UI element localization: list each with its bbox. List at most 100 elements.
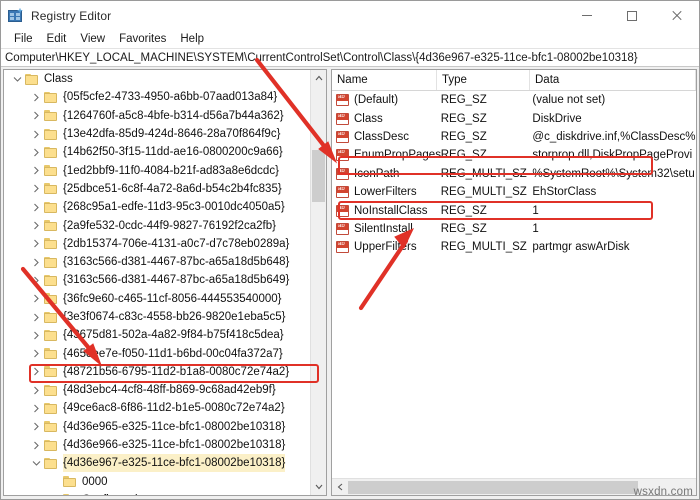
tree-node-label: 0000: [82, 475, 108, 488]
tree-scroll-down-icon[interactable]: [311, 479, 326, 495]
column-header-type[interactable]: Type: [437, 70, 530, 90]
tree-node[interactable]: {3163c566-d381-4467-87bc-a65a18d5b649}: [4, 271, 312, 289]
chevron-right-icon[interactable]: [29, 235, 44, 253]
value-row[interactable]: ab ClassDesc REG_SZ @c_diskdrive.inf,%Class…: [332, 128, 696, 146]
menu-edit[interactable]: Edit: [40, 30, 74, 48]
chevron-right-icon[interactable]: [29, 308, 44, 326]
chevron-right-icon[interactable]: [29, 180, 44, 198]
chevron-right-icon[interactable]: [29, 253, 44, 271]
tree-node[interactable]: {4d36e965-e325-11ce-bfc1-08002be10318}: [4, 418, 312, 436]
chevron-right-icon[interactable]: [29, 217, 44, 235]
chevron-right-icon[interactable]: [29, 107, 44, 125]
value-name: Class: [354, 112, 383, 125]
chevron-right-icon[interactable]: [29, 88, 44, 106]
folder-icon: [44, 256, 58, 268]
tree-node-label: {2db15374-706e-4131-a0c7-d7c78eb0289a}: [63, 237, 290, 250]
title-bar: Registry Editor: [1, 1, 699, 30]
tree-node[interactable]: {4658ee7e-f050-11d1-b6bd-00c04fa372a7}: [4, 344, 312, 362]
tree-node[interactable]: {3e3f0674-c83c-4558-bb26-9820e1eba5c5}: [4, 308, 312, 326]
column-header-data[interactable]: Data: [530, 70, 696, 90]
tree-scroll-up-icon[interactable]: [311, 70, 326, 86]
chevron-right-icon[interactable]: [29, 436, 44, 454]
registry-tree[interactable]: Class {05f5cfe2-4733-4950-a6bb-07aad013a8…: [4, 70, 312, 495]
chevron-right-icon[interactable]: [48, 491, 63, 495]
value-type: REG_SZ: [440, 130, 487, 143]
tree-node[interactable]: {1264760f-a5c8-4bfe-b314-d56a7b44a362}: [4, 107, 312, 125]
chevron-down-icon[interactable]: [29, 454, 44, 472]
folder-icon: [44, 91, 58, 103]
chevron-right-icon[interactable]: [29, 162, 44, 180]
tree-node-label: {13e42dfa-85d9-424d-8646-28a70f864f9c}: [63, 128, 281, 141]
minimize-button[interactable]: [564, 1, 609, 30]
value-row[interactable]: ab Class REG_SZ DiskDrive: [332, 109, 696, 127]
tree-scroll-thumb[interactable]: [312, 150, 325, 202]
registry-values-pane: Name Type Data ab (Default) REG_SZ (value n…: [331, 69, 697, 496]
tree-node-label: {05f5cfe2-4733-4950-a6bb-07aad013a84}: [63, 91, 278, 104]
close-icon: [671, 10, 682, 21]
tree-node[interactable]: {43675d81-502a-4a82-9f84-b75f418c5dea}: [4, 326, 312, 344]
tree-node-label: {3163c566-d381-4467-87bc-a65a18d5b649}: [63, 274, 290, 287]
tree-node[interactable]: {14b62f50-3f15-11dd-ae16-0800200c9a66}: [4, 143, 312, 161]
value-row[interactable]: ab NoInstallClass REG_SZ 1: [332, 201, 696, 219]
tree-vertical-scrollbar[interactable]: [310, 70, 326, 495]
chevron-right-icon[interactable]: [29, 345, 44, 363]
tree-node[interactable]: {49ce6ac8-6f86-11d2-b1e5-0080c72e74a2}: [4, 399, 312, 417]
tree-node[interactable]: {48d3ebc4-4cf8-48ff-b869-9c68ad42eb9f}: [4, 381, 312, 399]
chevron-right-icon[interactable]: [29, 399, 44, 417]
folder-icon: [44, 183, 58, 195]
tree-node[interactable]: Configuration: [4, 491, 312, 495]
tree-node[interactable]: 0000: [4, 473, 312, 491]
chevron-down-icon[interactable]: [10, 70, 25, 88]
tree-node[interactable]: {05f5cfe2-4733-4950-a6bb-07aad013a84}: [4, 88, 312, 106]
tree-node[interactable]: {3163c566-d381-4467-87bc-a65a18d5b648}: [4, 253, 312, 271]
value-row[interactable]: ab IconPath REG_MULTI_SZ %SystemRoot%\Syste…: [332, 165, 696, 183]
tree-node[interactable]: {36fc9e60-c465-11cf-8056-444553540000}: [4, 290, 312, 308]
value-data: storprop.dll,DiskPropPageProvi: [532, 149, 693, 162]
value-row[interactable]: ab SilentInstall REG_SZ 1: [332, 220, 696, 238]
value-row[interactable]: ab (Default) REG_SZ (value not set): [332, 91, 696, 109]
tree-node[interactable]: {1ed2bbf9-11f0-4084-b21f-ad83a8e6dcdc}: [4, 161, 312, 179]
tree-node-label: {4d36e966-e325-11ce-bfc1-08002be10318}: [63, 439, 286, 452]
chevron-right-icon[interactable]: [29, 326, 44, 344]
chevron-right-icon[interactable]: [29, 363, 44, 381]
address-bar[interactable]: Computer\HKEY_LOCAL_MACHINE\SYSTEM\Curre…: [1, 48, 699, 67]
value-row[interactable]: ab EnumPropPages32REG_SZ storprop.dll,Disk…: [332, 146, 696, 164]
tree-node-label: {1264760f-a5c8-4bfe-b314-d56a7b44a362}: [63, 109, 284, 122]
string-value-icon: ab: [336, 204, 349, 217]
value-row[interactable]: ab UpperFilters REG_MULTI_SZ partmgr aswArD…: [332, 238, 696, 256]
string-value-icon: ab: [336, 186, 349, 199]
value-row[interactable]: ab LowerFilters REG_MULTI_SZ EhStorClass: [332, 183, 696, 201]
chevron-right-icon[interactable]: [29, 418, 44, 436]
chevron-right-icon[interactable]: [29, 381, 44, 399]
tree-node-selected[interactable]: {4d36e967-e325-11ce-bfc1-08002be10318}: [4, 454, 312, 473]
close-button[interactable]: [654, 1, 699, 30]
tree-node[interactable]: {4d36e966-e325-11ce-bfc1-08002be10318}: [4, 436, 312, 454]
tree-node[interactable]: {25dbce51-6c8f-4a72-8a6d-b54c2b4fc835}: [4, 180, 312, 198]
menu-help[interactable]: Help: [173, 30, 211, 48]
tree-node[interactable]: {48721b56-6795-11d2-b1a8-0080c72e74a2}: [4, 363, 312, 381]
column-header-name[interactable]: Name: [332, 70, 437, 90]
values-list[interactable]: ab (Default) REG_SZ (value not set) ab Class R…: [332, 91, 696, 257]
chevron-right-icon[interactable]: [29, 143, 44, 161]
string-value-icon: ab: [336, 112, 349, 125]
folder-icon: [44, 384, 58, 396]
values-hscroll-thumb[interactable]: [348, 480, 638, 494]
tree-node[interactable]: Class: [4, 70, 312, 88]
menu-view[interactable]: View: [73, 30, 112, 48]
value-data: partmgr aswArDisk: [532, 241, 630, 254]
maximize-button[interactable]: [609, 1, 654, 30]
tree-node-label: {4d36e967-e325-11ce-bfc1-08002be10318}: [63, 454, 286, 473]
values-scroll-left-icon[interactable]: [332, 480, 348, 495]
tree-node[interactable]: {2a9fe532-0cdc-44f9-9827-76192f2ca2fb}: [4, 216, 312, 234]
tree-node[interactable]: {2db15374-706e-4131-a0c7-d7c78eb0289a}: [4, 235, 312, 253]
chevron-right-icon[interactable]: [29, 271, 44, 289]
chevron-right-icon[interactable]: [29, 290, 44, 308]
chevron-right-icon[interactable]: [29, 198, 44, 216]
chevron-right-icon[interactable]: [29, 125, 44, 143]
tree-node[interactable]: {268c95a1-edfe-11d3-95c3-0010dc4050a5}: [4, 198, 312, 216]
tree-node[interactable]: {13e42dfa-85d9-424d-8646-28a70f864f9c}: [4, 125, 312, 143]
folder-icon: [44, 329, 58, 341]
menu-favorites[interactable]: Favorites: [112, 30, 173, 48]
tree-node-label: {48d3ebc4-4cf8-48ff-b869-9c68ad42eb9f}: [63, 384, 276, 397]
menu-file[interactable]: File: [7, 30, 40, 48]
